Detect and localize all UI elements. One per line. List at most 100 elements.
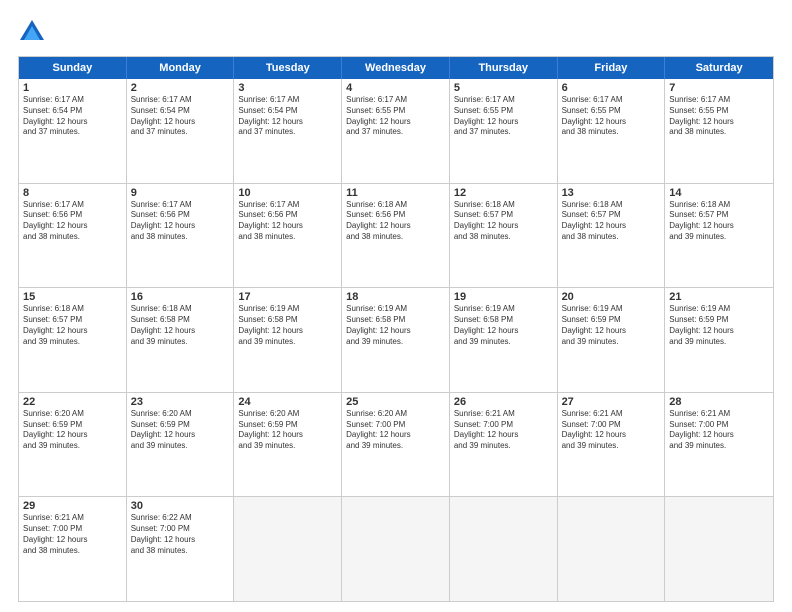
calendar-cell: 3Sunrise: 6:17 AMSunset: 6:54 PMDaylight… bbox=[234, 79, 342, 183]
page: SundayMondayTuesdayWednesdayThursdayFrid… bbox=[0, 0, 792, 612]
calendar-cell: 18Sunrise: 6:19 AMSunset: 6:58 PMDayligh… bbox=[342, 288, 450, 392]
calendar-cell: 30Sunrise: 6:22 AMSunset: 7:00 PMDayligh… bbox=[127, 497, 235, 601]
cell-text: Sunrise: 6:21 AMSunset: 7:00 PMDaylight:… bbox=[454, 409, 553, 452]
day-number: 2 bbox=[131, 82, 230, 94]
header-day-monday: Monday bbox=[127, 57, 235, 79]
calendar-row-1: 1Sunrise: 6:17 AMSunset: 6:54 PMDaylight… bbox=[19, 79, 773, 183]
calendar-cell: 16Sunrise: 6:18 AMSunset: 6:58 PMDayligh… bbox=[127, 288, 235, 392]
day-number: 14 bbox=[669, 187, 769, 199]
calendar-cell: 14Sunrise: 6:18 AMSunset: 6:57 PMDayligh… bbox=[665, 184, 773, 288]
calendar-cell: 1Sunrise: 6:17 AMSunset: 6:54 PMDaylight… bbox=[19, 79, 127, 183]
cell-text: Sunrise: 6:20 AMSunset: 7:00 PMDaylight:… bbox=[346, 409, 445, 452]
calendar-cell: 4Sunrise: 6:17 AMSunset: 6:55 PMDaylight… bbox=[342, 79, 450, 183]
calendar-body: 1Sunrise: 6:17 AMSunset: 6:54 PMDaylight… bbox=[19, 79, 773, 601]
cell-text: Sunrise: 6:18 AMSunset: 6:57 PMDaylight:… bbox=[562, 200, 661, 243]
header bbox=[18, 18, 774, 46]
cell-text: Sunrise: 6:17 AMSunset: 6:55 PMDaylight:… bbox=[669, 95, 769, 138]
cell-text: Sunrise: 6:17 AMSunset: 6:56 PMDaylight:… bbox=[23, 200, 122, 243]
cell-text: Sunrise: 6:20 AMSunset: 6:59 PMDaylight:… bbox=[238, 409, 337, 452]
calendar-cell: 10Sunrise: 6:17 AMSunset: 6:56 PMDayligh… bbox=[234, 184, 342, 288]
calendar-cell: 26Sunrise: 6:21 AMSunset: 7:00 PMDayligh… bbox=[450, 393, 558, 497]
calendar-cell bbox=[234, 497, 342, 601]
cell-text: Sunrise: 6:18 AMSunset: 6:58 PMDaylight:… bbox=[131, 304, 230, 347]
calendar-row-5: 29Sunrise: 6:21 AMSunset: 7:00 PMDayligh… bbox=[19, 496, 773, 601]
calendar-row-3: 15Sunrise: 6:18 AMSunset: 6:57 PMDayligh… bbox=[19, 287, 773, 392]
calendar-cell: 17Sunrise: 6:19 AMSunset: 6:58 PMDayligh… bbox=[234, 288, 342, 392]
cell-text: Sunrise: 6:18 AMSunset: 6:57 PMDaylight:… bbox=[669, 200, 769, 243]
day-number: 30 bbox=[131, 500, 230, 512]
cell-text: Sunrise: 6:19 AMSunset: 6:58 PMDaylight:… bbox=[238, 304, 337, 347]
day-number: 6 bbox=[562, 82, 661, 94]
logo bbox=[18, 18, 50, 46]
calendar-row-4: 22Sunrise: 6:20 AMSunset: 6:59 PMDayligh… bbox=[19, 392, 773, 497]
day-number: 24 bbox=[238, 396, 337, 408]
day-number: 10 bbox=[238, 187, 337, 199]
calendar: SundayMondayTuesdayWednesdayThursdayFrid… bbox=[18, 56, 774, 602]
cell-text: Sunrise: 6:20 AMSunset: 6:59 PMDaylight:… bbox=[131, 409, 230, 452]
cell-text: Sunrise: 6:17 AMSunset: 6:55 PMDaylight:… bbox=[346, 95, 445, 138]
header-day-thursday: Thursday bbox=[450, 57, 558, 79]
day-number: 16 bbox=[131, 291, 230, 303]
calendar-cell: 23Sunrise: 6:20 AMSunset: 6:59 PMDayligh… bbox=[127, 393, 235, 497]
day-number: 18 bbox=[346, 291, 445, 303]
cell-text: Sunrise: 6:17 AMSunset: 6:54 PMDaylight:… bbox=[131, 95, 230, 138]
day-number: 23 bbox=[131, 396, 230, 408]
calendar-cell: 8Sunrise: 6:17 AMSunset: 6:56 PMDaylight… bbox=[19, 184, 127, 288]
cell-text: Sunrise: 6:22 AMSunset: 7:00 PMDaylight:… bbox=[131, 513, 230, 556]
day-number: 4 bbox=[346, 82, 445, 94]
cell-text: Sunrise: 6:17 AMSunset: 6:54 PMDaylight:… bbox=[238, 95, 337, 138]
calendar-cell bbox=[558, 497, 666, 601]
calendar-cell bbox=[450, 497, 558, 601]
header-day-saturday: Saturday bbox=[665, 57, 773, 79]
day-number: 13 bbox=[562, 187, 661, 199]
day-number: 27 bbox=[562, 396, 661, 408]
calendar-cell: 9Sunrise: 6:17 AMSunset: 6:56 PMDaylight… bbox=[127, 184, 235, 288]
calendar-cell: 12Sunrise: 6:18 AMSunset: 6:57 PMDayligh… bbox=[450, 184, 558, 288]
day-number: 28 bbox=[669, 396, 769, 408]
day-number: 29 bbox=[23, 500, 122, 512]
header-day-wednesday: Wednesday bbox=[342, 57, 450, 79]
calendar-cell: 19Sunrise: 6:19 AMSunset: 6:58 PMDayligh… bbox=[450, 288, 558, 392]
calendar-row-2: 8Sunrise: 6:17 AMSunset: 6:56 PMDaylight… bbox=[19, 183, 773, 288]
calendar-cell: 28Sunrise: 6:21 AMSunset: 7:00 PMDayligh… bbox=[665, 393, 773, 497]
calendar-cell: 27Sunrise: 6:21 AMSunset: 7:00 PMDayligh… bbox=[558, 393, 666, 497]
day-number: 8 bbox=[23, 187, 122, 199]
cell-text: Sunrise: 6:17 AMSunset: 6:55 PMDaylight:… bbox=[454, 95, 553, 138]
header-day-tuesday: Tuesday bbox=[234, 57, 342, 79]
calendar-cell: 5Sunrise: 6:17 AMSunset: 6:55 PMDaylight… bbox=[450, 79, 558, 183]
day-number: 11 bbox=[346, 187, 445, 199]
day-number: 19 bbox=[454, 291, 553, 303]
day-number: 22 bbox=[23, 396, 122, 408]
day-number: 9 bbox=[131, 187, 230, 199]
header-day-sunday: Sunday bbox=[19, 57, 127, 79]
calendar-cell bbox=[342, 497, 450, 601]
day-number: 15 bbox=[23, 291, 122, 303]
cell-text: Sunrise: 6:21 AMSunset: 7:00 PMDaylight:… bbox=[23, 513, 122, 556]
day-number: 21 bbox=[669, 291, 769, 303]
header-day-friday: Friday bbox=[558, 57, 666, 79]
calendar-cell: 24Sunrise: 6:20 AMSunset: 6:59 PMDayligh… bbox=[234, 393, 342, 497]
cell-text: Sunrise: 6:19 AMSunset: 6:59 PMDaylight:… bbox=[669, 304, 769, 347]
calendar-cell: 21Sunrise: 6:19 AMSunset: 6:59 PMDayligh… bbox=[665, 288, 773, 392]
calendar-cell: 25Sunrise: 6:20 AMSunset: 7:00 PMDayligh… bbox=[342, 393, 450, 497]
cell-text: Sunrise: 6:17 AMSunset: 6:55 PMDaylight:… bbox=[562, 95, 661, 138]
calendar-cell: 2Sunrise: 6:17 AMSunset: 6:54 PMDaylight… bbox=[127, 79, 235, 183]
calendar-cell: 6Sunrise: 6:17 AMSunset: 6:55 PMDaylight… bbox=[558, 79, 666, 183]
calendar-cell: 15Sunrise: 6:18 AMSunset: 6:57 PMDayligh… bbox=[19, 288, 127, 392]
day-number: 26 bbox=[454, 396, 553, 408]
cell-text: Sunrise: 6:18 AMSunset: 6:57 PMDaylight:… bbox=[23, 304, 122, 347]
calendar-cell: 29Sunrise: 6:21 AMSunset: 7:00 PMDayligh… bbox=[19, 497, 127, 601]
calendar-cell bbox=[665, 497, 773, 601]
cell-text: Sunrise: 6:17 AMSunset: 6:56 PMDaylight:… bbox=[238, 200, 337, 243]
logo-icon bbox=[18, 18, 46, 46]
calendar-header: SundayMondayTuesdayWednesdayThursdayFrid… bbox=[19, 57, 773, 79]
cell-text: Sunrise: 6:18 AMSunset: 6:56 PMDaylight:… bbox=[346, 200, 445, 243]
day-number: 5 bbox=[454, 82, 553, 94]
cell-text: Sunrise: 6:21 AMSunset: 7:00 PMDaylight:… bbox=[669, 409, 769, 452]
cell-text: Sunrise: 6:20 AMSunset: 6:59 PMDaylight:… bbox=[23, 409, 122, 452]
cell-text: Sunrise: 6:21 AMSunset: 7:00 PMDaylight:… bbox=[562, 409, 661, 452]
day-number: 25 bbox=[346, 396, 445, 408]
cell-text: Sunrise: 6:19 AMSunset: 6:58 PMDaylight:… bbox=[454, 304, 553, 347]
day-number: 3 bbox=[238, 82, 337, 94]
day-number: 17 bbox=[238, 291, 337, 303]
